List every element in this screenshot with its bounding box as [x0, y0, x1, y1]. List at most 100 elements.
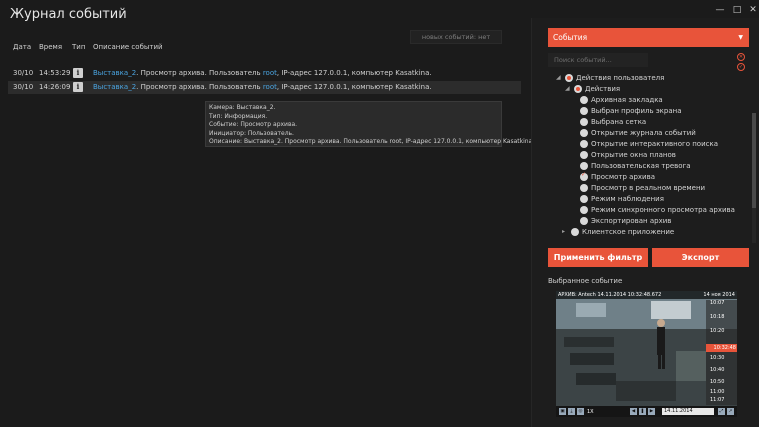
timeline-tick: 11:07	[710, 397, 725, 403]
tree-node-checkbox[interactable]	[580, 140, 588, 148]
tooltip-event: Событие: Просмотр архива.	[209, 121, 298, 129]
column-header-time[interactable]: Время	[39, 43, 62, 51]
event-filter-tree: ◢ Действия пользователя ◢ Действия Архив…	[532, 70, 754, 242]
timeline-current-time: 10:32:48	[706, 344, 737, 352]
play-icon[interactable]: ▶	[648, 408, 655, 415]
tree-node-checkbox[interactable]	[571, 228, 579, 236]
tree-node-label: Пользовательская тревога	[591, 162, 691, 170]
column-header-type[interactable]: Тип	[72, 43, 85, 51]
tree-node-checkbox[interactable]	[580, 206, 588, 214]
video-date-top: 14 ноя 2014	[703, 292, 735, 298]
timeline-tick: 10:40	[710, 367, 725, 373]
export-icon[interactable]: ⤓	[568, 408, 575, 415]
column-header-description[interactable]: Описание событий	[93, 43, 163, 51]
time-field[interactable]: 14.11.2014 10:32:48	[662, 408, 714, 417]
tree-node-label: Выбран профиль экрана	[591, 107, 682, 115]
event-tooltip: Камера: Выставка_2. Тип: Информация. Соб…	[205, 101, 535, 147]
event-time: 14:26:09	[39, 83, 71, 91]
event-text-part: , IP-адрес 127.0.0.1, компьютер Kasatkin…	[276, 69, 432, 77]
tree-node-label: Выбрана сетка	[591, 118, 647, 126]
event-text-part: . Просмотр архива. Пользователь	[136, 83, 263, 91]
minimize-button[interactable]: —	[714, 4, 726, 16]
tree-node-checkbox[interactable]	[580, 162, 588, 170]
event-date: 30/10	[13, 69, 34, 77]
tree-node-checkbox[interactable]	[580, 107, 588, 115]
search-icon[interactable]: ◎	[577, 408, 584, 415]
event-description: Выставка_2. Просмотр архива. Пользовател…	[93, 69, 432, 77]
tree-node-label: Архивная закладка	[591, 96, 663, 104]
video-preview[interactable]: АРХИВ: Antech 14.11.2014 10:32:48.672 14…	[556, 291, 737, 417]
clear-selection-icon[interactable]: ✕	[737, 53, 745, 61]
tree-node-label: Действия пользователя	[576, 74, 665, 82]
tree-node-checkbox[interactable]	[580, 195, 588, 203]
event-text-part: . Просмотр архива. Пользователь	[136, 69, 263, 77]
tree-node-label: Режим синхронного просмотра архива	[591, 206, 735, 214]
event-time: 14:53:29	[39, 69, 71, 77]
events-panel: новых событий: нет Дата Время Тип Описан…	[0, 28, 535, 427]
event-text-part: , IP-адрес 127.0.0.1, компьютер Kasatkin…	[276, 83, 432, 91]
link-icon[interactable]: ↗	[727, 408, 734, 415]
expand-icon[interactable]: ▸	[562, 228, 565, 235]
event-description: Выставка_2. Просмотр архива. Пользовател…	[93, 83, 432, 91]
user-link[interactable]: root	[263, 69, 277, 77]
events-type-dropdown[interactable]: События ▼	[548, 28, 749, 47]
filter-panel: События ▼ Поиск событий... ✕ ✓ ◢ Действи…	[531, 18, 759, 427]
tree-node-checkbox[interactable]	[580, 129, 588, 137]
timeline-tick: 10:50	[710, 379, 725, 385]
tooltip-description: Описание: Выставка_2. Просмотр архива. П…	[209, 138, 535, 146]
tree-node-checkbox[interactable]	[565, 74, 573, 82]
fullscreen-icon[interactable]: ⤢	[718, 408, 725, 415]
timeline-tick: 11:00	[710, 389, 725, 395]
scrollbar-thumb[interactable]	[752, 113, 756, 208]
tree-scrollbar[interactable]	[752, 113, 756, 243]
tree-node-checkbox[interactable]	[580, 171, 588, 181]
apply-filter-button[interactable]: Применить фильтр	[548, 248, 648, 267]
tree-node-label: Просмотр архива	[591, 173, 655, 181]
window-title: Журнал событий	[10, 7, 127, 22]
maximize-button[interactable]: □	[731, 4, 743, 16]
pause-icon[interactable]: ❚	[639, 408, 646, 415]
tree-node-checkbox[interactable]	[580, 217, 588, 225]
tree-node-label: Режим наблюдения	[591, 195, 664, 203]
timeline-tick: 10:20	[710, 328, 725, 334]
tree-node-label: Действия	[585, 85, 621, 93]
tooltip-type: Тип: Информация.	[209, 112, 268, 120]
event-date: 30/10	[13, 83, 34, 91]
close-button[interactable]: ✕	[747, 4, 759, 16]
camera-link[interactable]: Выставка_2	[93, 69, 136, 77]
tree-node-checkbox[interactable]	[580, 96, 588, 104]
tree-node-label: Клиентское приложение	[582, 228, 675, 236]
table-row[interactable]: 30/10 14:53:29 i Выставка_2. Просмотр ар…	[8, 67, 521, 80]
camera-icon[interactable]: ▣	[559, 408, 566, 415]
playback-controls: ▣ ⤓ ◎ 1X ◀ ❚ ▶ 14.11.2014 10:32:48 ⤢ ↗	[556, 406, 737, 417]
info-icon: i	[73, 82, 83, 92]
tree-node-label: Открытие интерактивного поиска	[591, 140, 718, 148]
tree-node-label: Открытие окна планов	[591, 151, 676, 159]
timeline-tick: 10:07	[710, 300, 725, 306]
tree-node-checkbox[interactable]	[580, 151, 588, 159]
archive-timeline[interactable]: 10:07 10:18 10:20 10:32:48 10:30 10:40 1…	[706, 300, 737, 405]
column-header-date[interactable]: Дата	[13, 43, 31, 51]
timeline-tick: 10:18	[710, 314, 725, 320]
tree-node-checkbox[interactable]	[574, 85, 582, 93]
tree-node-checkbox[interactable]	[580, 184, 588, 192]
info-icon: i	[73, 68, 83, 78]
selected-event-title: Выбранное событие	[548, 277, 623, 285]
search-input[interactable]: Поиск событий...	[548, 53, 648, 67]
user-link[interactable]: root	[263, 83, 277, 91]
tree-node-label: Открытие журнала событий	[591, 129, 696, 137]
timeline-tick: 10:30	[710, 355, 725, 361]
tooltip-initiator: Инициатор: Пользователь.	[209, 129, 294, 137]
collapse-icon[interactable]: ◢	[565, 85, 570, 92]
tree-node-checkbox[interactable]	[580, 118, 588, 126]
camera-link[interactable]: Выставка_2	[93, 83, 136, 91]
step-back-icon[interactable]: ◀	[630, 408, 637, 415]
table-row-selected[interactable]: 30/10 14:26:09 i Выставка_2. Просмотр ар…	[8, 81, 521, 94]
tree-node-label: Экспортирован архив	[591, 217, 672, 225]
collapse-icon[interactable]: ◢	[556, 74, 561, 81]
export-button[interactable]: Экспорт	[652, 248, 749, 267]
dropdown-label: События	[553, 33, 588, 42]
playback-speed[interactable]: 1X	[587, 409, 594, 415]
new-events-indicator: новых событий: нет	[410, 30, 502, 44]
chevron-down-icon: ▼	[738, 34, 743, 41]
